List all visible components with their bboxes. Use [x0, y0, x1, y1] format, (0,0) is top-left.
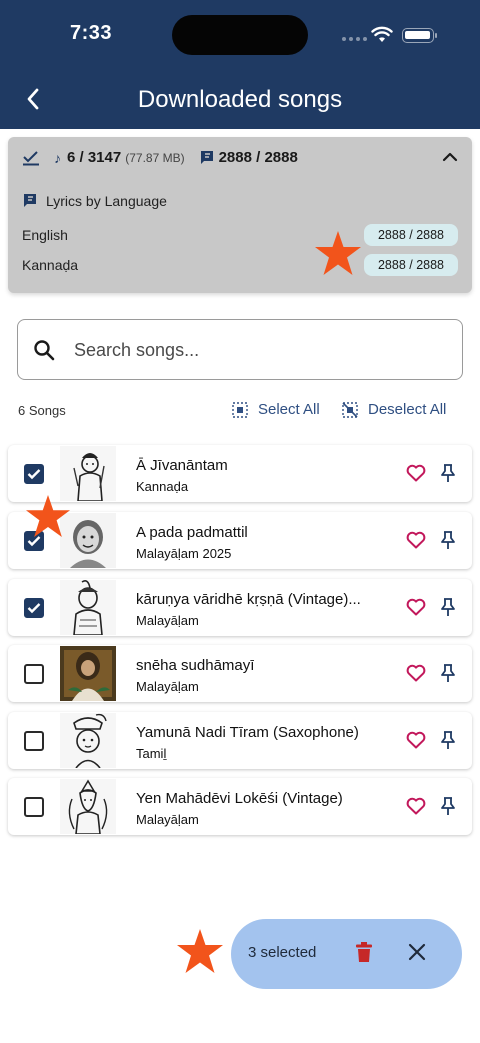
download-summary-card: ♪ 6 / 3147 (77.87 MB) 2888 / 2888 Lyrics… — [8, 137, 472, 293]
summary-stats: ♪ 6 / 3147 (77.87 MB) 2888 / 2888 — [22, 149, 298, 166]
heart-icon[interactable] — [406, 598, 426, 616]
deselect-all-icon — [342, 401, 358, 418]
song-title: Yen Mahādēvi Lokēśi (Vintage) — [136, 790, 343, 807]
pin-icon[interactable] — [440, 463, 456, 483]
heart-icon[interactable] — [406, 664, 426, 682]
song-row[interactable]: A pada padmattil Malayāḷam 2025 — [8, 512, 472, 569]
pin-icon[interactable] — [440, 796, 456, 816]
deselect-all-label: Deselect All — [368, 401, 447, 418]
song-language: Malayāḷam — [136, 613, 199, 628]
close-icon[interactable] — [407, 942, 427, 962]
song-checkbox[interactable] — [24, 598, 44, 618]
song-language: Kannaḍa — [136, 479, 189, 494]
status-time: 7:33 — [70, 22, 113, 44]
page-title: Downloaded songs — [137, 86, 343, 113]
song-checkbox[interactable] — [24, 464, 44, 484]
song-checkbox[interactable] — [24, 731, 44, 751]
select-all-label: Select All — [258, 401, 320, 418]
song-checkbox[interactable] — [24, 797, 44, 817]
pin-icon[interactable] — [440, 597, 456, 617]
song-language: Tamiḻ — [136, 746, 167, 761]
heart-icon[interactable] — [406, 531, 426, 549]
pin-icon[interactable] — [440, 663, 456, 683]
check-icon — [27, 469, 41, 480]
app-header: 7:33 Downloaded songs — [0, 0, 480, 129]
selected-count: 3 selected — [248, 944, 317, 961]
song-language: Malayāḷam 2025 — [136, 546, 232, 561]
song-row[interactable]: snēha sudhāmayī Malayāḷam — [8, 645, 472, 702]
song-title: A pada padmattil — [136, 524, 248, 541]
battery-icon — [402, 28, 437, 43]
dynamic-island — [172, 15, 308, 55]
music-note-icon: ♪ — [54, 149, 61, 166]
song-thumbnail — [60, 580, 116, 635]
song-thumbnail — [60, 779, 116, 834]
star-marker-icon — [177, 929, 223, 973]
deselect-all-button[interactable]: Deselect All — [342, 401, 446, 418]
song-thumbnail — [60, 646, 116, 701]
lyrics-count: 2888 / 2888 — [218, 149, 298, 166]
collapse-chevron-icon[interactable] — [442, 151, 458, 163]
pin-icon[interactable] — [440, 530, 456, 550]
select-all-button[interactable]: Select All — [232, 401, 320, 418]
star-marker-icon — [26, 494, 70, 538]
language-count-badge: 2888 / 2888 — [364, 254, 458, 276]
search-icon — [34, 340, 55, 361]
lyrics-icon — [24, 194, 36, 207]
search-input[interactable] — [74, 334, 444, 366]
song-row[interactable]: kāruṇya vāridhē kṛṣṇā (Vintage)... Malay… — [8, 579, 472, 636]
song-row[interactable]: Yamunā Nadi Tīram (Saxophone) Tamiḻ — [8, 712, 472, 769]
check-icon — [27, 603, 41, 614]
lyrics-by-language-heading: Lyrics by Language — [22, 193, 167, 209]
language-count-badge: 2888 / 2888 — [364, 224, 458, 246]
language-name: Kannaḍa — [22, 257, 79, 273]
downloaded-count: 6 / 3147 — [67, 149, 122, 166]
language-name: English — [22, 227, 68, 243]
song-title: snēha sudhāmayī — [136, 657, 255, 674]
trash-icon[interactable] — [355, 941, 373, 963]
song-thumbnail — [60, 446, 116, 501]
downloaded-size: (77.87 MB) — [125, 150, 185, 165]
song-checkbox[interactable] — [24, 664, 44, 684]
song-row[interactable]: Yen Mahādēvi Lokēśi (Vintage) Malayāḷam — [8, 778, 472, 835]
downloaded-check-icon — [23, 150, 39, 165]
song-title: Ā Jīvanāntam — [136, 457, 228, 474]
lyrics-by-language-label: Lyrics by Language — [46, 193, 167, 209]
heart-icon[interactable] — [406, 731, 426, 749]
signal-icon — [342, 37, 367, 41]
heart-icon[interactable] — [406, 464, 426, 482]
song-title: Yamunā Nadi Tīram (Saxophone) — [136, 724, 359, 741]
song-title: kāruṇya vāridhē kṛṣṇā (Vintage)... — [136, 591, 361, 608]
star-marker-icon — [315, 231, 361, 275]
song-row[interactable]: Ā Jīvanāntam Kannaḍa — [8, 445, 472, 502]
song-count: 6 Songs — [18, 403, 66, 418]
song-language: Malayāḷam — [136, 679, 199, 694]
song-thumbnail — [60, 713, 116, 768]
lyrics-icon — [200, 150, 213, 164]
heart-icon[interactable] — [406, 797, 426, 815]
pin-icon[interactable] — [440, 730, 456, 750]
search-box — [17, 319, 463, 380]
song-language: Malayāḷam — [136, 812, 199, 827]
wifi-icon — [371, 26, 393, 42]
select-all-icon — [232, 401, 248, 418]
selection-action-bar: 3 selected — [231, 919, 462, 989]
